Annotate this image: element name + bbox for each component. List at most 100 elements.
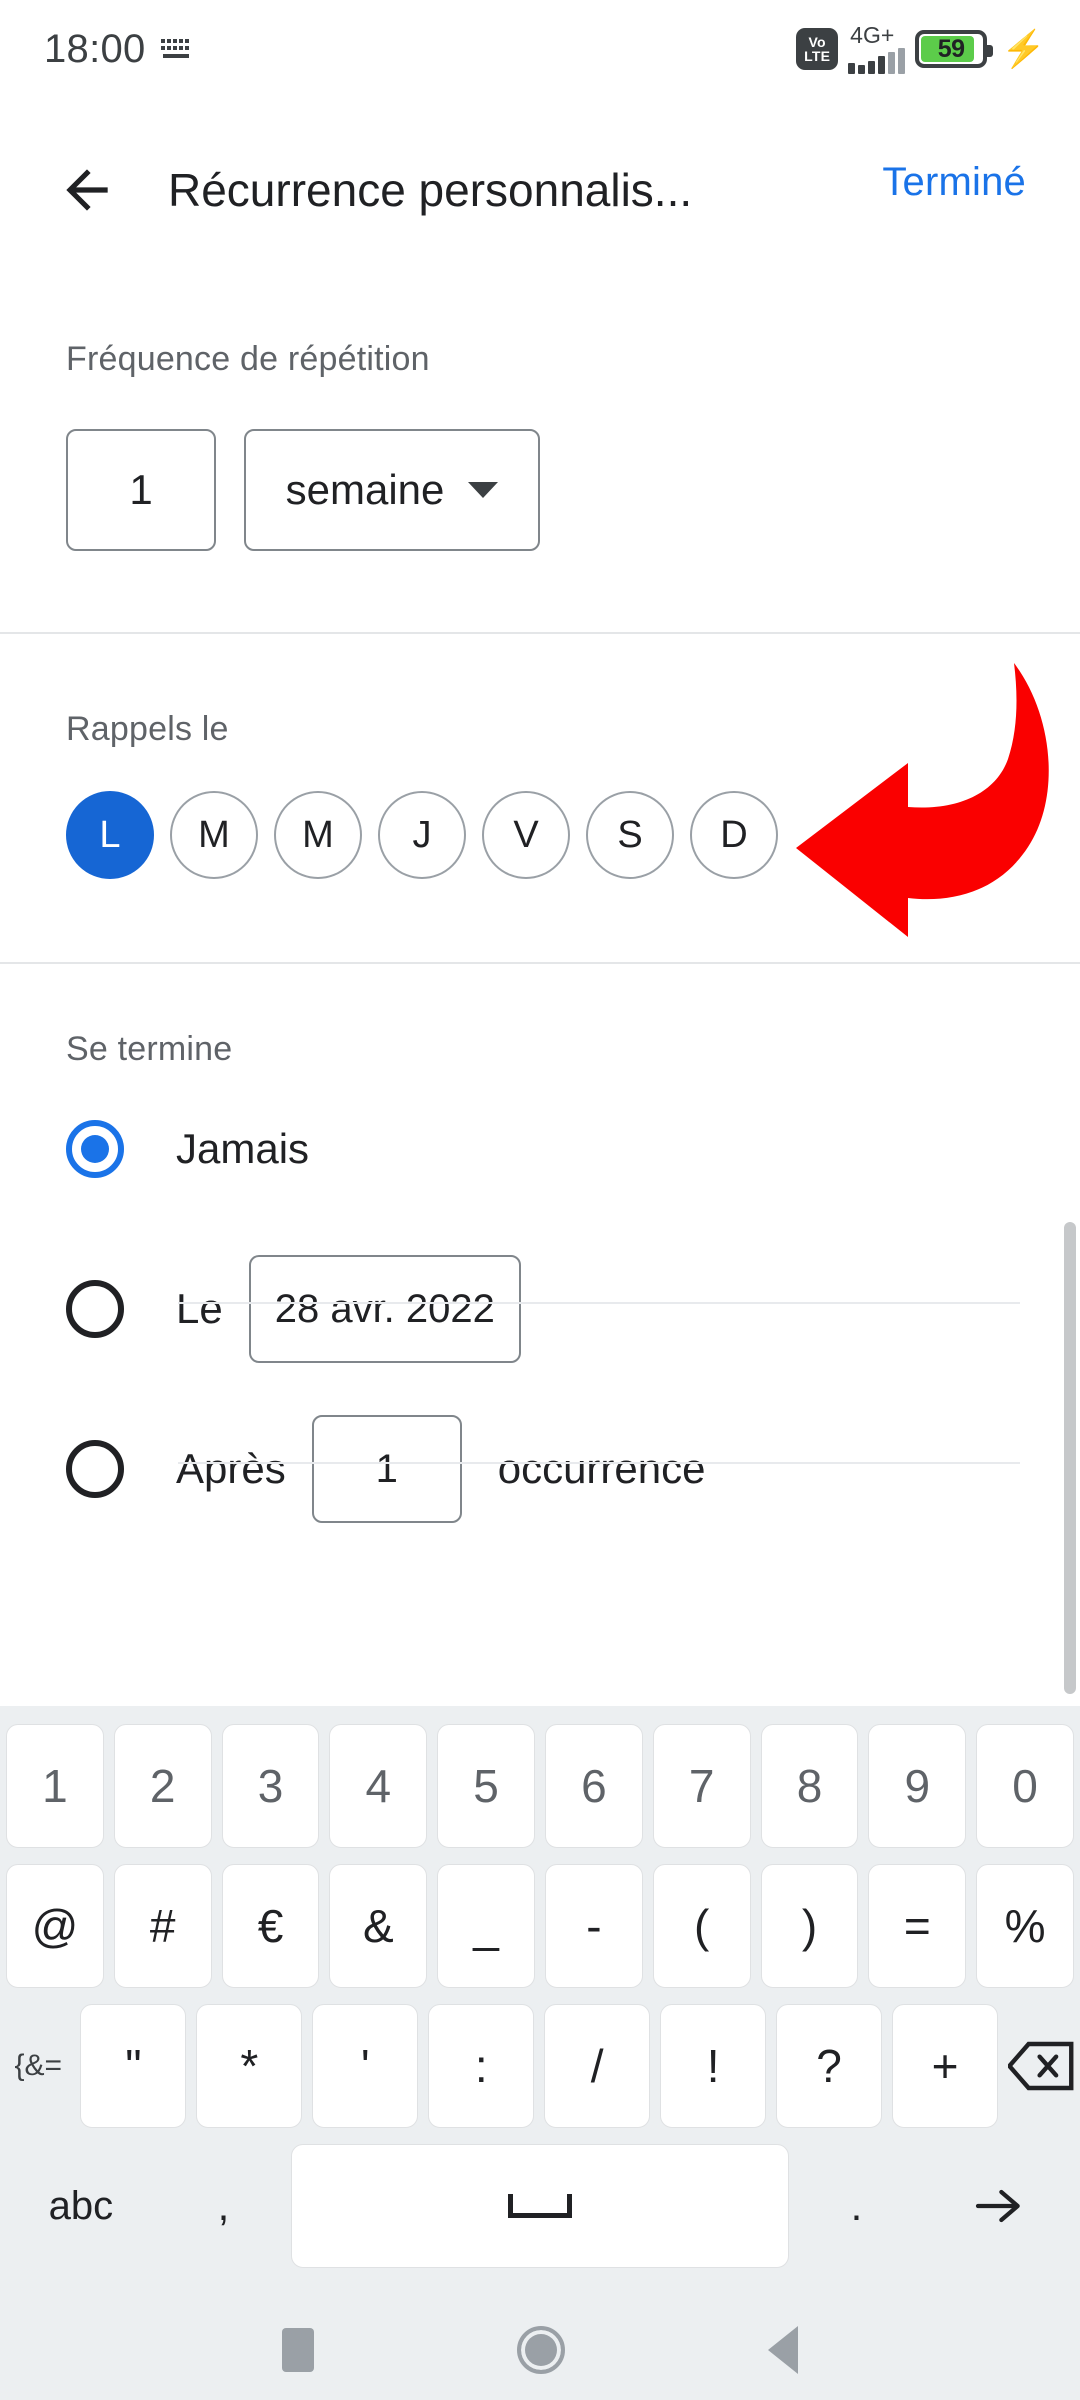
- day-chip-saturday[interactable]: S: [586, 791, 674, 879]
- keyboard-row-symbols-1: @ # € & _ - ( ) = %: [0, 1856, 1080, 1996]
- key-ampersand[interactable]: &: [329, 1864, 428, 1988]
- divider-never-on: [178, 1302, 1020, 1304]
- key-8[interactable]: 8: [760, 1724, 859, 1848]
- back-arrow-icon[interactable]: [56, 159, 118, 221]
- ends-option-after-count[interactable]: Après 1 occurrence: [0, 1389, 1080, 1549]
- keyboard-row-bottom: abc , .: [0, 2136, 1080, 2276]
- day-chip-thursday[interactable]: J: [378, 791, 466, 879]
- backspace-icon[interactable]: [1007, 2004, 1074, 2128]
- frequency-unit-label: semaine: [285, 466, 445, 513]
- key-apostrophe[interactable]: ': [312, 2004, 419, 2128]
- space-bar-icon: [507, 2194, 572, 2218]
- key-comma[interactable]: ,: [166, 2144, 281, 2268]
- ends-after-label: Après: [176, 1445, 286, 1492]
- status-clock: 18:00: [44, 26, 146, 71]
- key-2[interactable]: 2: [113, 1724, 212, 1848]
- triangle-back-icon[interactable]: [768, 2326, 799, 2374]
- done-button[interactable]: Terminé: [882, 160, 1026, 205]
- backspace-icon-svg: [1007, 2041, 1074, 2091]
- occurrence-suffix-label: occurrence: [497, 1445, 706, 1492]
- key-at[interactable]: @: [6, 1864, 104, 1988]
- keyboard-icon: [160, 37, 194, 61]
- volte-top-label: Vo: [808, 34, 826, 50]
- battery-percent-label: 59: [937, 34, 965, 63]
- frequency-unit-dropdown[interactable]: semaine: [244, 429, 540, 551]
- enter-arrow-svg: [975, 2189, 1020, 2223]
- day-chip-friday[interactable]: V: [482, 791, 570, 879]
- key-symbol-page-toggle[interactable]: {&=: [6, 2004, 70, 2128]
- radio-after-count[interactable]: [66, 1440, 124, 1498]
- day-chip-monday[interactable]: L: [66, 791, 154, 879]
- key-exclamation[interactable]: !: [660, 2004, 767, 2128]
- key-abc-switch[interactable]: abc: [6, 2144, 156, 2268]
- ends-section: Se termine Jamais Le 28 avr. 2022 Après …: [0, 1030, 1080, 1549]
- key-percent[interactable]: %: [976, 1864, 1074, 1988]
- radio-on-date[interactable]: [66, 1280, 124, 1338]
- ends-option-on-date[interactable]: Le 28 avr. 2022: [0, 1229, 1080, 1389]
- app-bar: Récurrence personnalis... Terminé: [0, 130, 1080, 250]
- key-1[interactable]: 1: [6, 1724, 104, 1848]
- on-screen-keyboard: 1 2 3 4 5 6 7 8 9 0 @ # € & _ - ( ) = % …: [0, 1706, 1080, 2300]
- frequency-label: Fréquence de répétition: [66, 340, 430, 378]
- volte-icon: Vo LTE: [796, 28, 839, 70]
- chevron-down-icon: [468, 482, 499, 498]
- day-chip-tuesday[interactable]: M: [170, 791, 258, 879]
- key-asterisk[interactable]: *: [196, 2004, 303, 2128]
- divider-on-after: [178, 1462, 1020, 1464]
- enter-arrow-icon[interactable]: [924, 2144, 1074, 2268]
- key-hyphen[interactable]: -: [545, 1864, 643, 1988]
- days-section: Rappels le L M M J V S D: [66, 710, 1080, 879]
- day-chip-sunday[interactable]: D: [690, 791, 778, 879]
- day-selector: L M M J V S D: [66, 791, 1080, 879]
- frequency-section: Fréquence de répétition 1 semaine: [66, 340, 540, 551]
- key-question[interactable]: ?: [776, 2004, 883, 2128]
- radio-never[interactable]: [66, 1120, 124, 1178]
- occurrence-count-input[interactable]: 1: [311, 1415, 462, 1523]
- key-9[interactable]: 9: [868, 1724, 967, 1848]
- days-label: Rappels le: [66, 710, 229, 748]
- ends-never-label: Jamais: [176, 1125, 310, 1172]
- frequency-interval-input[interactable]: 1: [66, 429, 216, 551]
- key-0[interactable]: 0: [976, 1724, 1074, 1848]
- status-bar: 18:00 Vo LTE 4G+ 59 ⚡: [0, 0, 1080, 98]
- key-plus[interactable]: +: [892, 2004, 998, 2128]
- key-space-bar[interactable]: [291, 2144, 789, 2268]
- key-colon[interactable]: :: [428, 2004, 535, 2128]
- end-date-field[interactable]: 28 avr. 2022: [248, 1255, 521, 1363]
- phone-screen: 18:00 Vo LTE 4G+ 59 ⚡ Récurrence personn…: [0, 0, 1080, 2400]
- ends-option-never[interactable]: Jamais: [0, 1069, 1080, 1229]
- key-equals[interactable]: =: [868, 1864, 967, 1988]
- key-5[interactable]: 5: [437, 1724, 535, 1848]
- charging-bolt-icon: ⚡: [1001, 28, 1046, 69]
- key-4[interactable]: 4: [329, 1724, 428, 1848]
- key-6[interactable]: 6: [545, 1724, 643, 1848]
- status-bar-right: Vo LTE 4G+ 59 ⚡: [796, 23, 1046, 75]
- square-recents-icon[interactable]: [281, 2328, 314, 2372]
- status-bar-left: 18:00: [44, 27, 194, 72]
- key-euro[interactable]: €: [221, 1864, 320, 1988]
- keyboard-row-numbers: 1 2 3 4 5 6 7 8 9 0: [0, 1716, 1080, 1856]
- key-paren-close[interactable]: ): [760, 1864, 859, 1988]
- key-hash[interactable]: #: [113, 1864, 212, 1988]
- volte-bottom-label: LTE: [804, 48, 831, 64]
- day-chip-wednesday[interactable]: M: [274, 791, 362, 879]
- key-7[interactable]: 7: [652, 1724, 751, 1848]
- key-paren-open[interactable]: (: [652, 1864, 751, 1988]
- system-navigation-bar: [0, 2300, 1080, 2400]
- key-double-quote[interactable]: ": [80, 2004, 187, 2128]
- circle-home-icon[interactable]: [516, 2326, 565, 2374]
- key-underscore[interactable]: _: [437, 1864, 535, 1988]
- divider-frequency-days: [0, 632, 1080, 634]
- ends-label: Se termine: [66, 1030, 233, 1068]
- key-3[interactable]: 3: [221, 1724, 320, 1848]
- ends-on-label: Le: [176, 1285, 223, 1332]
- signal-bars-icon: [848, 48, 906, 74]
- divider-days-ends: [0, 962, 1080, 964]
- frequency-row: 1 semaine: [66, 429, 540, 551]
- key-slash[interactable]: /: [544, 2004, 651, 2128]
- key-period[interactable]: .: [799, 2144, 914, 2268]
- network-label: 4G+: [850, 22, 895, 48]
- back-arrow-svg: [66, 169, 108, 211]
- vertical-scrollbar[interactable]: [1064, 1222, 1076, 1694]
- keyboard-row-symbols-2: {&= " * ' : / ! ? +: [0, 1996, 1080, 2136]
